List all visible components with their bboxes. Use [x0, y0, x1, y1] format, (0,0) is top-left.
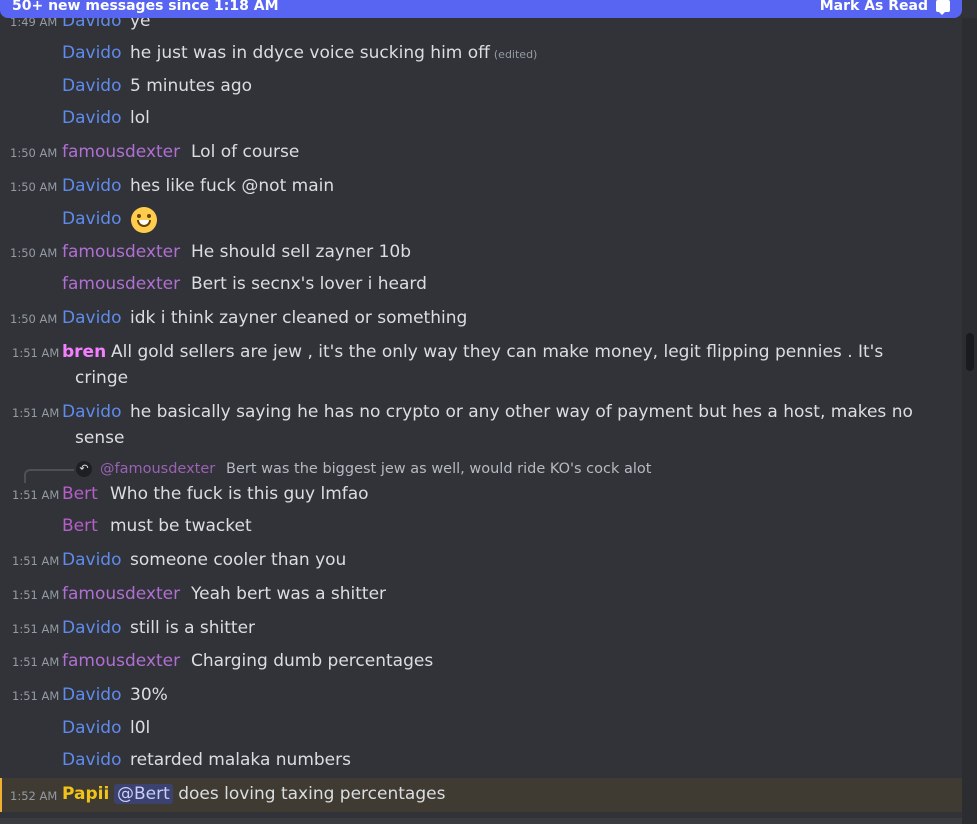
new-messages-text: 50+ new messages since 1:18 AM	[12, 0, 279, 14]
message-text	[131, 207, 157, 235]
message-text: someone cooler than you	[130, 550, 347, 570]
author-name[interactable]: Davido	[62, 685, 121, 705]
message-text: he basically saying he has no crypto or …	[130, 402, 913, 422]
message-text: l0l	[130, 718, 151, 738]
message-text: hes like fuck @not main	[130, 176, 335, 196]
timestamp[interactable]: 1:51 AM	[12, 622, 59, 636]
timestamp[interactable]: 1:52 AM	[10, 789, 57, 803]
author-name[interactable]: famousdexter	[62, 651, 180, 671]
reply-text[interactable]: Bert was the biggest jew as well, would …	[226, 461, 651, 477]
timestamp[interactable]: 1:50 AM	[10, 246, 57, 260]
message-text: he just was in ddyce voice sucking him o…	[130, 43, 538, 63]
message[interactable]: 1:50 AM Davido idk i think zayner cleane…	[0, 305, 962, 333]
message[interactable]: 1:51 AM famousdexter Yeah bert was a shi…	[0, 581, 962, 609]
author-name[interactable]: Davido	[62, 76, 121, 96]
message-highlighted[interactable]: 1:52 AM Papii @Bert does loving taxing p…	[0, 778, 962, 812]
message[interactable]: 1:50 AM famousdexter He should sell zayn…	[0, 239, 962, 267]
timestamp[interactable]: 1:51 AM	[12, 655, 59, 669]
timestamp[interactable]: 1:50 AM	[10, 312, 57, 326]
timestamp[interactable]: 1:51 AM	[12, 554, 59, 568]
message-text-continued: sense	[75, 428, 125, 448]
author-name[interactable]: Davido	[62, 209, 121, 229]
user-mention[interactable]: @Bert	[114, 784, 173, 804]
message-text: He should sell zayner 10b	[191, 242, 411, 262]
message-text: 30%	[130, 685, 168, 705]
message-text: Charging dumb percentages	[191, 651, 434, 671]
timestamp[interactable]: 1:51 AM	[12, 488, 59, 502]
author-name[interactable]: Davido	[62, 618, 121, 638]
message[interactable]: 1:51 AM Bert Who the fuck is this guy lm…	[0, 481, 962, 509]
author-name[interactable]: famousdexter	[62, 142, 180, 162]
author-name[interactable]: Bert	[62, 484, 98, 504]
author-name[interactable]: famousdexter	[62, 584, 180, 604]
scrollbar-track[interactable]	[962, 18, 977, 824]
message[interactable]: 1:51 AM Davido still is a shitter	[0, 615, 962, 643]
timestamp[interactable]: 1:51 AM	[12, 406, 59, 420]
reply-preview[interactable]: ↶ @famousdexter Bert was the biggest jew…	[0, 458, 962, 483]
mark-as-read-button[interactable]: Mark As Read	[820, 0, 928, 14]
timestamp[interactable]: 1:51 AM	[12, 689, 59, 703]
grinning-face-emoji-icon[interactable]	[131, 207, 157, 233]
message[interactable]: Davido	[0, 206, 962, 234]
new-messages-banner[interactable]: 50+ new messages since 1:18 AM Mark As R…	[0, 0, 962, 18]
author-name[interactable]: Davido	[62, 550, 121, 570]
message-text-continued: cringe	[75, 368, 129, 388]
message-text: Bert is secnx's lover i heard	[191, 274, 427, 294]
author-name[interactable]: Davido	[62, 43, 121, 63]
author-name[interactable]: Davido	[62, 718, 121, 738]
message-text: All gold sellers are jew , it's the only…	[111, 342, 884, 362]
message[interactable]: 1:51 AM bren All gold sellers are jew , …	[0, 339, 962, 395]
timestamp[interactable]: 1:51 AM	[12, 346, 59, 360]
author-name[interactable]: Davido	[62, 402, 121, 422]
message[interactable]: Davido retarded malaka numbers	[0, 747, 962, 775]
message[interactable]: Davido l0l	[0, 715, 962, 743]
mark-read-icon[interactable]	[936, 0, 950, 15]
message-text: @Bert does loving taxing percentages	[114, 784, 445, 804]
author-name[interactable]: Davido	[62, 176, 121, 196]
message[interactable]: 1:51 AM famousdexter Charging dumb perce…	[0, 648, 962, 676]
message[interactable]: 1:50 AM Davido hes like fuck @not main	[0, 173, 962, 201]
author-name[interactable]: bren	[62, 342, 106, 362]
message-text: idk i think zayner cleaned or something	[130, 308, 468, 328]
message-text: Yeah bert was a shitter	[191, 584, 387, 604]
author-name[interactable]: Davido	[62, 108, 121, 128]
message[interactable]: Davido lol	[0, 105, 962, 133]
edited-label: (edited)	[493, 48, 538, 61]
message[interactable]: Davido he just was in ddyce voice suckin…	[0, 40, 962, 68]
timestamp[interactable]: 1:51 AM	[12, 588, 59, 602]
message[interactable]: 1:50 AM famousdexter Lol of course	[0, 139, 962, 167]
author-name[interactable]: Davido	[62, 750, 121, 770]
reply-mention[interactable]: @famousdexter	[100, 461, 215, 477]
message-text: lol	[130, 108, 150, 128]
message-text: still is a shitter	[130, 618, 256, 638]
message-text: must be twacket	[110, 516, 252, 536]
message[interactable]: 1:51 AM Davido 30%	[0, 682, 962, 710]
message[interactable]: famousdexter Bert is secnx's lover i hea…	[0, 271, 962, 299]
message-text: Who the fuck is this guy lmfao	[110, 484, 369, 504]
author-name[interactable]: Papii	[62, 784, 109, 804]
author-name[interactable]: famousdexter	[62, 274, 180, 294]
message-text: Lol of course	[191, 142, 300, 162]
scrollbar-thumb[interactable]	[966, 333, 974, 371]
message[interactable]: Bert must be twacket	[0, 513, 962, 541]
message[interactable]: 1:51 AM Davido someone cooler than you	[0, 547, 962, 575]
chat-input-edge	[0, 818, 962, 824]
message-text: 5 minutes ago	[130, 76, 253, 96]
author-name[interactable]: Bert	[62, 516, 98, 536]
message[interactable]: 1:51 AM Davido he basically saying he ha…	[0, 399, 962, 455]
author-name[interactable]: famousdexter	[62, 242, 180, 262]
timestamp[interactable]: 1:50 AM	[10, 180, 57, 194]
message[interactable]: Davido 5 minutes ago	[0, 73, 962, 101]
author-name[interactable]: Davido	[62, 308, 121, 328]
reply-arrow-icon: ↶	[76, 461, 92, 477]
message-text: retarded malaka numbers	[130, 750, 351, 770]
timestamp[interactable]: 1:50 AM	[10, 146, 57, 160]
